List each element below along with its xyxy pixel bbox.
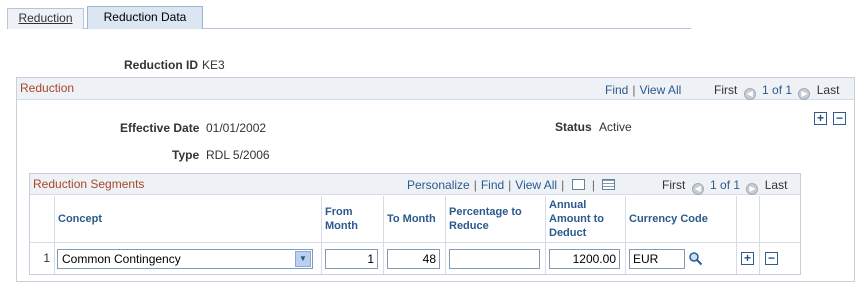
delete-segment-button[interactable]: − (765, 252, 778, 265)
reduction-segments-grid: Reduction Segments Personalize | Find | View… (29, 173, 801, 275)
previous-icon[interactable]: ◀ (743, 88, 756, 100)
column-header-currency: Currency Code (626, 196, 737, 242)
download-icon[interactable] (602, 179, 616, 190)
separator: | (632, 83, 636, 97)
add-segment-button[interactable]: + (741, 252, 754, 265)
view-all-link[interactable]: View All (639, 83, 681, 97)
from-month-input[interactable] (325, 249, 378, 269)
last-label: Last (816, 83, 840, 97)
zoom-icon[interactable] (571, 179, 585, 190)
annual-amount-input[interactable] (549, 249, 620, 269)
row-number: 1 (30, 242, 55, 274)
reduction-segments-title: Reduction Segments (33, 177, 145, 191)
column-header-percentage: Percentage to Reduce (446, 196, 546, 242)
range-label: 1 of 1 (762, 83, 793, 97)
tab-reduction-data-label: Reduction Data (103, 10, 187, 24)
grid-last-label: Last (764, 178, 788, 192)
grid-view-all-link[interactable]: View All (515, 178, 557, 192)
effective-date-value: 01/01/2002 (206, 121, 267, 135)
grid-previous-icon[interactable]: ◀ (691, 183, 704, 195)
magnifier-icon[interactable] (688, 251, 703, 266)
separator: | (508, 178, 512, 192)
delete-cell: − (760, 242, 800, 274)
reduction-groupbox: Reduction Find | View All First ◀ 1 of 1 ▶… (16, 77, 855, 282)
to-month-cell (384, 242, 446, 274)
grid-toolbar: Personalize | Find | View All | | (407, 178, 616, 192)
first-label: First (714, 83, 738, 97)
currency-cell (626, 242, 737, 274)
type-value: RDL 5/2006 (206, 148, 270, 162)
add-cell: + (737, 242, 760, 274)
grid-find-link[interactable]: Find (481, 178, 504, 192)
status-label: Status (555, 120, 592, 134)
grid-first-label: First (662, 178, 686, 192)
tab-reduction-data[interactable]: Reduction Data (87, 6, 203, 29)
tab-reduction-label: Reduction (18, 11, 73, 25)
rownum-header (30, 196, 55, 242)
chevron-down-icon[interactable]: ▼ (295, 251, 311, 267)
next-icon[interactable]: ▶ (798, 88, 811, 100)
reduction-id-value: KE3 (202, 58, 225, 72)
delete-row-button[interactable]: − (833, 112, 846, 125)
add-row-button[interactable]: + (814, 112, 827, 125)
grid-next-icon[interactable]: ▶ (746, 183, 759, 195)
reduction-header: Reduction Find | View All First ◀ 1 of 1 ▶… (17, 78, 854, 100)
delete-column-header (760, 196, 800, 242)
percentage-input[interactable] (449, 249, 540, 269)
reduction-pager: First ◀ 1 of 1 ▶ Last (714, 83, 839, 100)
column-header-to-month: To Month (384, 196, 446, 242)
add-column-header (737, 196, 760, 242)
from-month-cell (322, 242, 384, 274)
tab-bar: Reduction Reduction Data (7, 6, 691, 29)
reduction-id-label: Reduction ID (124, 58, 198, 72)
percentage-cell (446, 242, 546, 274)
tab-reduction[interactable]: Reduction (7, 8, 84, 29)
column-header-from-month: From Month (322, 196, 384, 242)
status-value: Active (599, 120, 632, 134)
reduction-segments-header: Reduction Segments Personalize | Find | View… (30, 174, 800, 195)
separator: | (561, 178, 565, 192)
grid-range-label: 1 of 1 (710, 178, 741, 192)
concept-select-value: Common Contingency (62, 252, 181, 266)
grid-pager: First ◀ 1 of 1 ▶ Last (662, 178, 787, 195)
to-month-input[interactable] (387, 249, 440, 269)
concept-select[interactable]: Common Contingency ▼ (57, 249, 313, 269)
separator: | (591, 178, 596, 192)
currency-input[interactable] (629, 249, 685, 269)
reduction-nav: Find | View All (605, 83, 681, 97)
find-link[interactable]: Find (605, 83, 628, 97)
reduction-title: Reduction (20, 81, 75, 95)
effective-date-label: Effective Date (120, 121, 200, 135)
column-header-concept: Concept (55, 196, 322, 242)
column-header-annual-amount: Annual Amount to Deduct (546, 196, 626, 242)
personalize-link[interactable]: Personalize (407, 178, 470, 192)
concept-cell: Common Contingency ▼ (55, 242, 322, 274)
annual-amount-cell (546, 242, 626, 274)
separator: | (473, 178, 477, 192)
type-label: Type (172, 148, 200, 162)
